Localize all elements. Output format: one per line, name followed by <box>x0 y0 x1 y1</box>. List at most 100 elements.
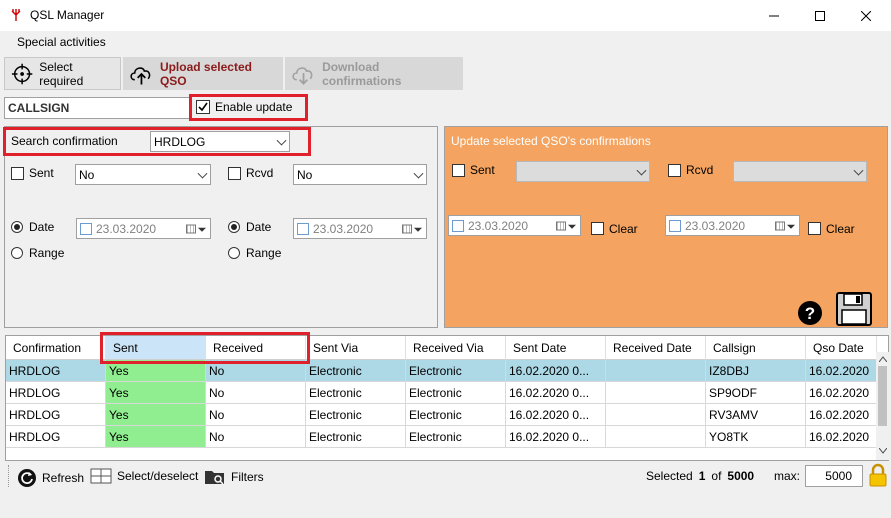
table-cell[interactable]: Electronic <box>406 382 506 404</box>
table-cell[interactable]: Yes <box>106 404 206 426</box>
search-rcvd-date-radio[interactable] <box>228 221 240 233</box>
search-sent-date-picker[interactable]: 23.03.2020 <box>76 218 211 239</box>
search-rcvd-label: Rcvd <box>246 166 274 180</box>
update-rcvd-clear-checkbox[interactable] <box>808 222 821 235</box>
table-cell[interactable]: 16.02.2020 <box>806 426 877 448</box>
filters-button[interactable]: Filters <box>204 468 264 486</box>
table-cell[interactable]: 16.02.2020 0... <box>506 404 606 426</box>
update-rcvd-checkbox[interactable] <box>668 164 681 177</box>
grid-select-icon <box>90 468 112 484</box>
table-cell[interactable]: Electronic <box>306 360 406 382</box>
column-header-sent-via[interactable]: Sent Via <box>306 336 406 360</box>
date-checkbox[interactable] <box>80 222 92 235</box>
table-cell[interactable]: 16.02.2020 0... <box>506 360 606 382</box>
menu-special-activities[interactable]: Special activities <box>17 35 106 49</box>
date-checkbox[interactable] <box>297 222 309 235</box>
update-sent-select[interactable] <box>516 161 650 182</box>
refresh-button[interactable]: Refresh <box>17 468 84 488</box>
table-cell[interactable]: Electronic <box>406 426 506 448</box>
download-confirmations-button[interactable]: Download confirmations <box>285 57 463 90</box>
table-cell[interactable]: No <box>206 382 306 404</box>
update-panel-title: Update selected QSO's confirmations <box>451 134 651 148</box>
search-sent-checkbox[interactable] <box>11 167 24 180</box>
enable-update-checkbox[interactable] <box>196 100 210 114</box>
search-rcvd-date-picker[interactable]: 23.03.2020 <box>293 218 427 239</box>
table-cell[interactable]: No <box>206 404 306 426</box>
select-required-button[interactable]: Select required <box>4 57 121 90</box>
chevron-down-icon <box>853 165 864 176</box>
column-header-callsign[interactable]: Callsign <box>706 336 806 360</box>
table-cell[interactable]: HRDLOG <box>6 382 106 404</box>
update-rcvd-date-picker[interactable]: 23.03.2020 <box>665 215 800 236</box>
update-sent-date-value: 23.03.2020 <box>468 218 529 233</box>
max-label: max: <box>774 469 801 483</box>
table-cell[interactable]: HRDLOG <box>6 426 106 448</box>
column-header-confirmation[interactable]: Confirmation <box>6 336 106 360</box>
table-cell[interactable]: Electronic <box>306 404 406 426</box>
app-icon <box>9 7 23 23</box>
table-cell[interactable]: Electronic <box>406 404 506 426</box>
column-header-sent-date[interactable]: Sent Date <box>506 336 606 360</box>
selected-label: Selected <box>646 469 693 483</box>
table-cell[interactable]: 16.02.2020 <box>806 404 877 426</box>
table-cell[interactable]: 16.02.2020 <box>806 382 877 404</box>
table-cell[interactable]: SP9ODF <box>706 382 806 404</box>
column-header-received-date[interactable]: Received Date <box>606 336 706 360</box>
table-cell[interactable]: Electronic <box>406 360 506 382</box>
date-checkbox[interactable] <box>669 219 681 232</box>
search-sent-range-radio[interactable] <box>11 247 23 259</box>
table-cell[interactable] <box>606 404 706 426</box>
table-cell[interactable]: Electronic <box>306 382 406 404</box>
save-button[interactable] <box>836 292 872 326</box>
scroll-thumb[interactable] <box>878 366 887 426</box>
select-deselect-button[interactable]: Select/deselect <box>90 468 198 484</box>
table-cell[interactable]: RV3AMV <box>706 404 806 426</box>
search-rcvd-range-radio[interactable] <box>228 247 240 259</box>
table-cell[interactable] <box>606 382 706 404</box>
table-cell[interactable]: Yes <box>106 426 206 448</box>
column-header-qso-date[interactable]: Qso Date <box>806 336 877 360</box>
scroll-up-icon[interactable] <box>879 356 887 362</box>
update-rcvd-select[interactable] <box>733 161 867 182</box>
table-cell[interactable] <box>606 426 706 448</box>
search-confirmation-select[interactable]: HRDLOG <box>150 131 290 152</box>
grid-scrollbar[interactable] <box>876 352 889 460</box>
table-cell[interactable] <box>606 360 706 382</box>
table-cell[interactable]: 16.02.2020 0... <box>506 426 606 448</box>
table-cell[interactable]: YO8TK <box>706 426 806 448</box>
cloud-upload-icon <box>130 66 151 85</box>
update-sent-clear-checkbox[interactable] <box>591 222 604 235</box>
upload-selected-label: Upload selected QSO <box>159 59 252 88</box>
table-cell[interactable]: IZ8DBJ <box>706 360 806 382</box>
callsign-input[interactable]: CALLSIGN <box>4 97 190 119</box>
column-header-received-via[interactable]: Received Via <box>406 336 506 360</box>
lock-button[interactable] <box>868 463 888 487</box>
search-sent-date-radio[interactable] <box>11 221 23 233</box>
scroll-down-icon[interactable] <box>879 448 887 454</box>
padlock-icon <box>869 463 887 487</box>
calendar-icon <box>402 224 412 233</box>
search-rcvd-checkbox[interactable] <box>228 167 241 180</box>
table-cell[interactable]: HRDLOG <box>6 404 106 426</box>
table-cell[interactable]: No <box>206 426 306 448</box>
window-title: QSL Manager <box>30 8 105 22</box>
help-button[interactable]: ? <box>797 300 823 326</box>
update-sent-date-picker[interactable]: 23.03.2020 <box>448 215 581 236</box>
minimize-button[interactable] <box>751 0 797 31</box>
table-cell[interactable]: HRDLOG <box>6 360 106 382</box>
search-rcvd-value: No <box>297 167 313 182</box>
maximize-button[interactable] <box>797 0 843 31</box>
table-cell[interactable]: Yes <box>106 382 206 404</box>
table-cell[interactable]: 16.02.2020 <box>806 360 877 382</box>
max-input[interactable]: 5000 <box>805 465 863 487</box>
date-checkbox[interactable] <box>452 219 464 232</box>
status-grip <box>8 465 10 487</box>
update-sent-checkbox[interactable] <box>452 164 465 177</box>
table-cell[interactable]: Electronic <box>306 426 406 448</box>
search-rcvd-range-label: Range <box>246 246 282 260</box>
search-sent-select[interactable]: No <box>75 164 211 185</box>
search-rcvd-select[interactable]: No <box>293 164 427 185</box>
upload-selected-button[interactable]: Upload selected QSO <box>123 57 283 90</box>
table-cell[interactable]: 16.02.2020 0... <box>506 382 606 404</box>
close-button[interactable] <box>843 0 889 31</box>
